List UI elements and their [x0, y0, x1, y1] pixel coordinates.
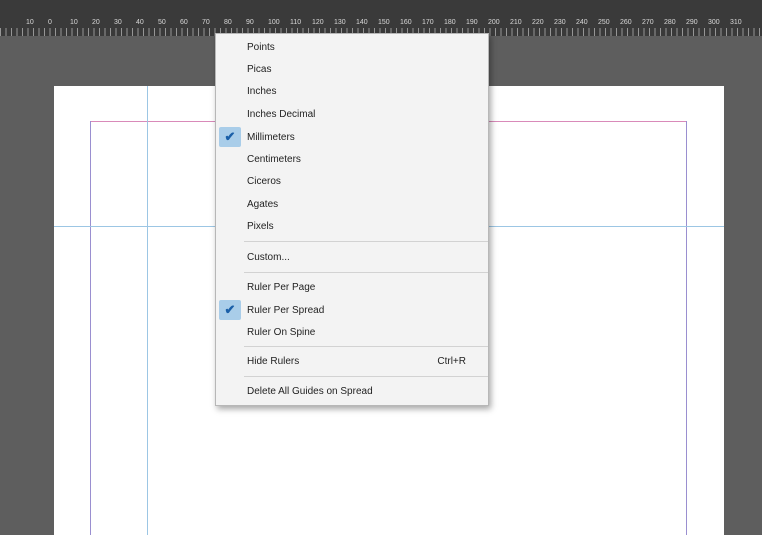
- menu-item-delete-all-guides[interactable]: Delete All Guides on Spread: [216, 381, 488, 401]
- menu-item-label: Ruler Per Spread: [247, 304, 325, 316]
- menu-item-hide-rulers[interactable]: Hide Rulers Ctrl+R: [216, 351, 488, 371]
- menu-item-label: Millimeters: [247, 131, 295, 143]
- menu-item-label: Custom...: [247, 251, 290, 263]
- menu-item-ruler-per-page[interactable]: Ruler Per Page: [216, 277, 488, 297]
- menu-item-inches[interactable]: Inches: [216, 81, 488, 101]
- menu-item-millimeters[interactable]: ✔ Millimeters: [216, 127, 488, 147]
- menu-item-picas[interactable]: Picas: [216, 59, 488, 79]
- menu-item-label: Delete All Guides on Spread: [247, 385, 373, 397]
- menu-item-label: Inches Decimal: [247, 108, 316, 120]
- menu-item-pixels[interactable]: Pixels: [216, 216, 488, 236]
- ruler-context-menu: Points Picas Inches Inches Decimal ✔ Mil…: [215, 33, 489, 406]
- menu-separator: [244, 346, 488, 347]
- horizontal-ruler[interactable]: 10 0 10 20 30 40 50 60 70 80 90 100 110 120 130 140 150 1…: [0, 0, 762, 36]
- vertical-ruler-guide[interactable]: [147, 86, 148, 535]
- menu-item-label: Agates: [247, 198, 279, 210]
- menu-item-label: Pixels: [247, 220, 274, 232]
- menu-item-label: Hide Rulers: [247, 355, 300, 367]
- menu-item-label: Centimeters: [247, 153, 301, 165]
- menu-item-label: Ciceros: [247, 175, 281, 187]
- menu-item-custom[interactable]: Custom...: [216, 247, 488, 267]
- menu-separator: [244, 376, 488, 377]
- menu-separator: [244, 241, 488, 242]
- menu-item-ruler-per-spread[interactable]: ✔ Ruler Per Spread: [216, 300, 488, 320]
- checkmark-icon: ✔: [219, 300, 241, 320]
- menu-item-centimeters[interactable]: Centimeters: [216, 149, 488, 169]
- menu-item-shortcut: Ctrl+R: [437, 355, 466, 367]
- menu-item-ruler-on-spine[interactable]: Ruler On Spine: [216, 322, 488, 342]
- menu-item-label: Inches: [247, 85, 277, 97]
- menu-item-label: Picas: [247, 63, 272, 75]
- menu-item-label: Ruler On Spine: [247, 326, 316, 338]
- menu-item-label: Ruler Per Page: [247, 281, 316, 293]
- menu-item-points[interactable]: Points: [216, 37, 488, 57]
- menu-separator: [244, 272, 488, 273]
- menu-item-inches-decimal[interactable]: Inches Decimal: [216, 104, 488, 124]
- menu-item-label: Points: [247, 41, 275, 53]
- left-margin-guide: [90, 121, 91, 535]
- menu-item-agates[interactable]: Agates: [216, 194, 488, 214]
- checkmark-icon: ✔: [219, 127, 241, 147]
- menu-item-ciceros[interactable]: Ciceros: [216, 171, 488, 191]
- right-margin-guide: [686, 121, 687, 535]
